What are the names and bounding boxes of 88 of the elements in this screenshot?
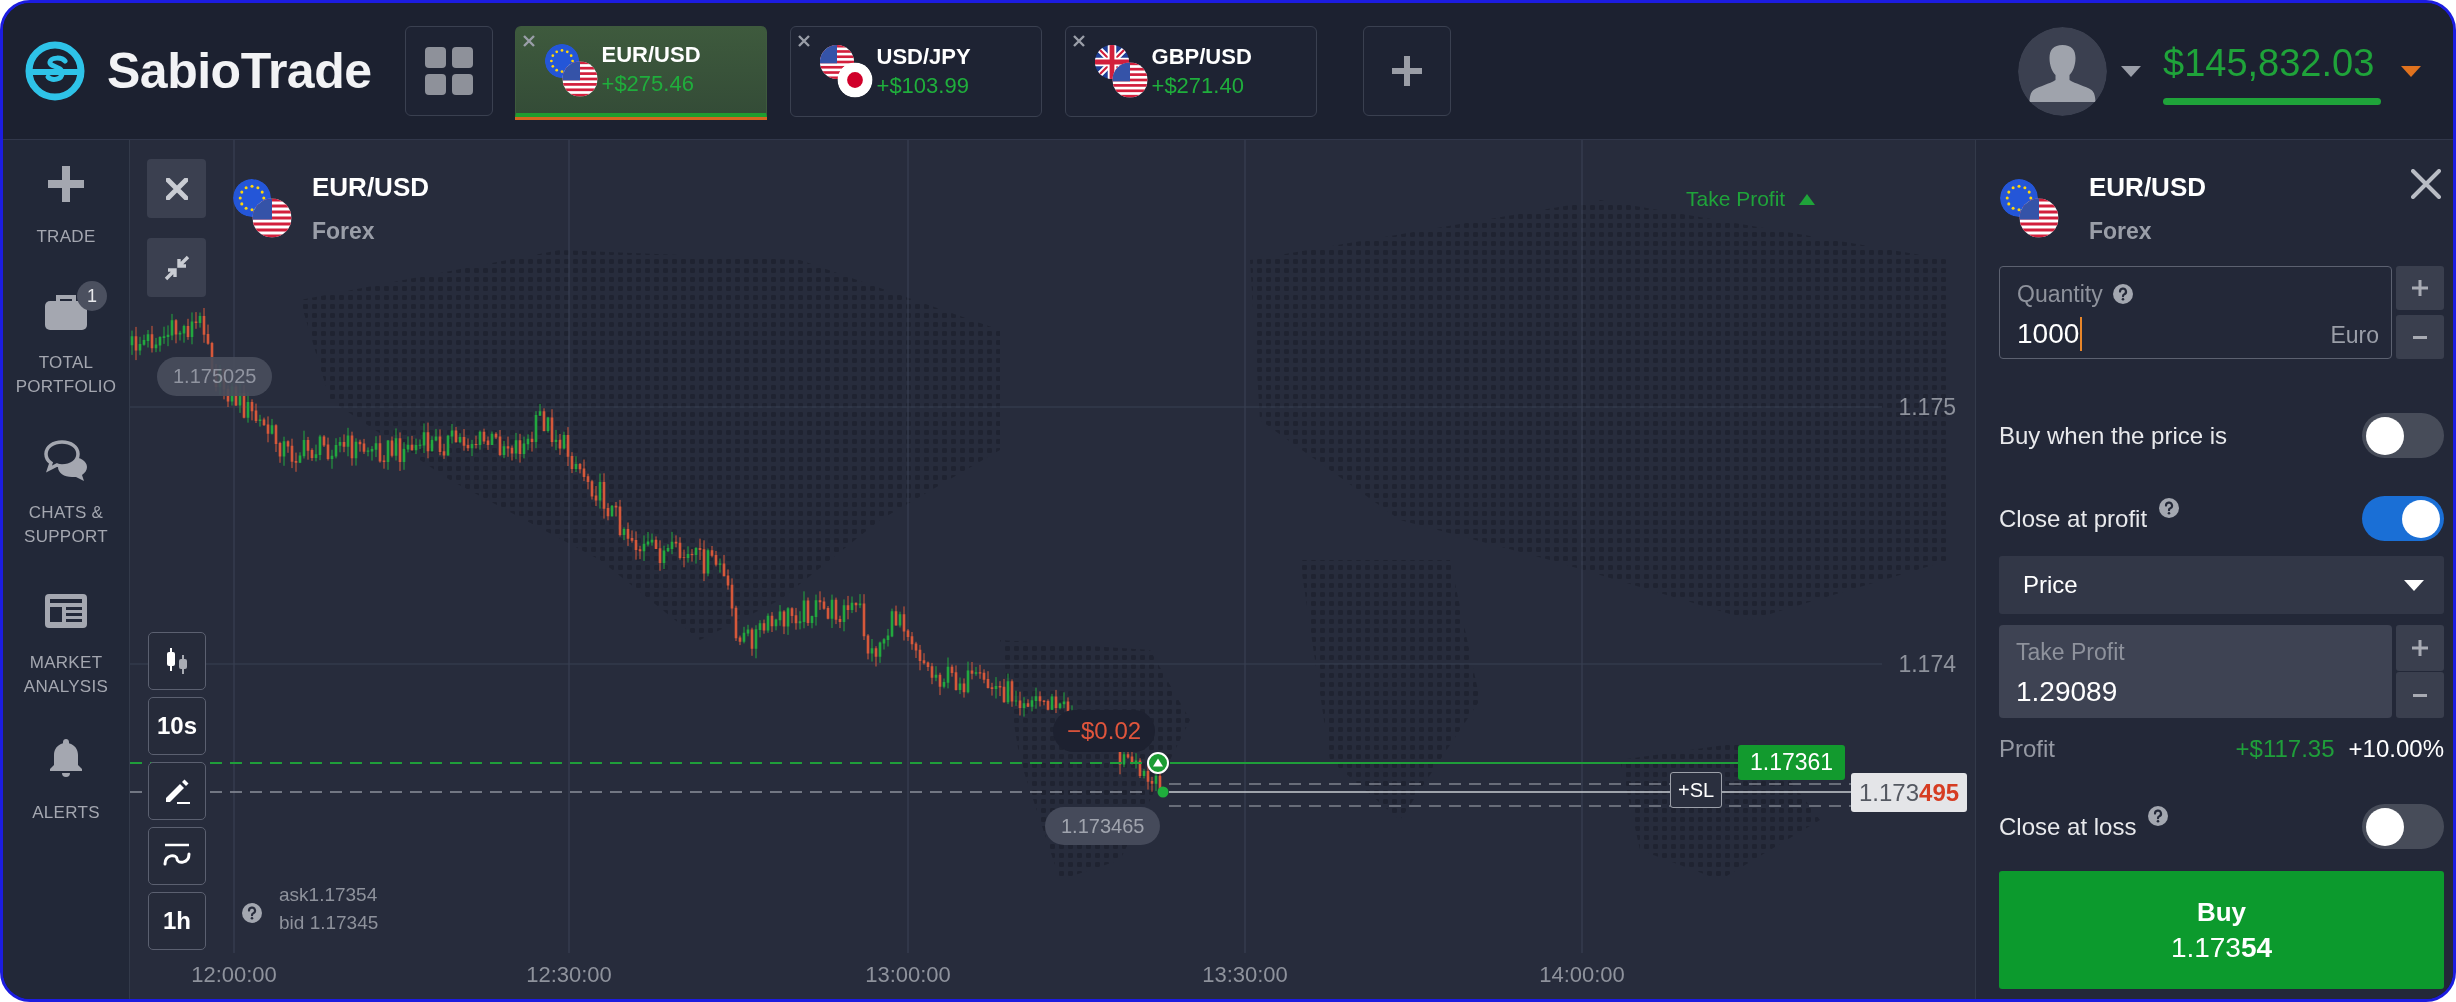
- plus-icon: [1391, 56, 1422, 86]
- help-icon[interactable]: [2148, 806, 2169, 826]
- collapse-button[interactable]: [147, 238, 206, 297]
- increase-button[interactable]: [2396, 266, 2444, 310]
- currency-flags-icon: [1999, 178, 2059, 238]
- toggle-label: Close at loss: [1999, 812, 2137, 841]
- pair-category: Forex: [2089, 218, 2153, 244]
- avatar-icon[interactable]: [2018, 26, 2107, 116]
- low-price-label: 1.173465: [1045, 807, 1161, 845]
- pair-category: Forex: [312, 218, 376, 244]
- profit-percent: +10.00%: [2348, 735, 2444, 763]
- buy-button[interactable]: Buy 1.17354: [1999, 871, 2444, 989]
- indicators-button[interactable]: [148, 827, 206, 885]
- take-profit-field[interactable]: Take Profit 1.29089: [1999, 625, 2392, 718]
- asset-tab[interactable]: EUR/USD +$275.46: [514, 25, 767, 117]
- plus-icon: [2412, 640, 2428, 656]
- sidebar-label[interactable]: TRADE: [36, 225, 96, 249]
- interval-button[interactable]: 10s: [148, 697, 206, 755]
- candlestick-icon: [164, 647, 190, 675]
- grid-menu-button[interactable]: [404, 26, 493, 116]
- chart-type-button[interactable]: [148, 632, 206, 690]
- chat-bubbles-icon[interactable]: [42, 438, 90, 482]
- close-icon[interactable]: [797, 34, 810, 47]
- minus-icon: [2413, 335, 2427, 339]
- price-axis-label: 1.175: [1898, 393, 1956, 421]
- grid-icon: [424, 47, 473, 95]
- help-icon[interactable]: [242, 903, 262, 923]
- ask-price: ask1.17354: [279, 883, 378, 907]
- logo-text: SabioTrade: [107, 42, 372, 100]
- sidebar-label[interactable]: TOTAL PORTFOLIO: [7, 351, 125, 399]
- currency-flags-icon: [232, 178, 292, 238]
- logo-icon: [25, 41, 85, 101]
- take-profit-marker-label: Take Profit: [1686, 187, 1786, 211]
- sidebar-label[interactable]: MARKET ANALYSIS: [7, 651, 125, 699]
- pencil-icon: [163, 777, 191, 805]
- price-dot-icon: [1157, 786, 1169, 798]
- toggle-label: Buy when the price is: [1999, 421, 2228, 450]
- sidebar-label[interactable]: ALERTS: [32, 801, 100, 825]
- open-price-label: 1.17361: [1738, 745, 1846, 780]
- time-axis-label: 14:00:00: [1538, 961, 1626, 989]
- help-icon[interactable]: [2112, 284, 2133, 304]
- current-price-label: 1.173495: [1851, 773, 1968, 812]
- interval-button[interactable]: 1h: [148, 892, 206, 950]
- time-axis-label: 13:30:00: [1201, 961, 1289, 989]
- sidebar-label[interactable]: CHATS & SUPPORT: [7, 501, 125, 549]
- profit-label: Profit: [1999, 735, 2055, 763]
- currency-flags-icon: [543, 42, 598, 97]
- asset-tab[interactable]: GBP/USD +$271.40: [1064, 25, 1317, 117]
- price-axis-label: 1.174: [1898, 650, 1956, 678]
- stop-loss-button[interactable]: +SL: [1670, 772, 1723, 808]
- currency-flags-icon: [1093, 44, 1148, 98]
- collapse-arrows-icon: [163, 254, 190, 281]
- toggle-switch[interactable]: [2362, 413, 2444, 458]
- asset-tab[interactable]: USD/JPY +$103.99: [789, 25, 1042, 117]
- position-marker-icon[interactable]: [1147, 752, 1169, 774]
- time-axis-label: 12:00:00: [190, 961, 278, 989]
- close-icon[interactable]: [1072, 34, 1085, 47]
- quantity-field[interactable]: Quantity 1000 Euro: [1999, 266, 2392, 359]
- pair-symbol: EUR/USD: [312, 172, 429, 202]
- price-type-dropdown[interactable]: Price: [1999, 556, 2444, 614]
- toggle-label: Close at profit: [1999, 504, 2148, 533]
- plus-icon: [2412, 280, 2428, 296]
- caret-icon[interactable]: [2401, 65, 2421, 77]
- toggle-switch[interactable]: [2362, 804, 2444, 849]
- currency-flags-icon: [818, 44, 873, 98]
- up-triangle-icon: [1799, 193, 1816, 205]
- caret-icon: [2404, 579, 2424, 591]
- profit-amount: +$117.35: [2235, 735, 2335, 763]
- caret-icon[interactable]: [2121, 65, 2141, 77]
- minus-icon: [2413, 693, 2427, 697]
- drawing-tool-button[interactable]: [148, 762, 206, 820]
- time-axis-label: 12:30:00: [525, 961, 613, 989]
- time-axis-label: 13:00:00: [864, 961, 952, 989]
- close-icon[interactable]: [522, 34, 535, 47]
- add-tab-button[interactable]: [1362, 26, 1451, 116]
- position-pnl-label: −$0.02: [1053, 710, 1156, 752]
- close-icon: [165, 177, 188, 200]
- bid-price: bid 1.17345: [279, 911, 379, 935]
- pair-symbol: EUR/USD: [2089, 172, 2206, 202]
- toggle-switch[interactable]: [2362, 496, 2444, 541]
- close-button[interactable]: [147, 159, 206, 218]
- help-icon[interactable]: [2159, 498, 2180, 518]
- balance-amount: $145,832.03: [2163, 42, 2376, 83]
- high-price-label: 1.175025: [157, 357, 273, 396]
- close-button[interactable]: [2411, 169, 2441, 199]
- close-icon: [2411, 169, 2441, 199]
- increase-button[interactable]: [2396, 625, 2444, 671]
- notification-badge: 1: [77, 281, 107, 311]
